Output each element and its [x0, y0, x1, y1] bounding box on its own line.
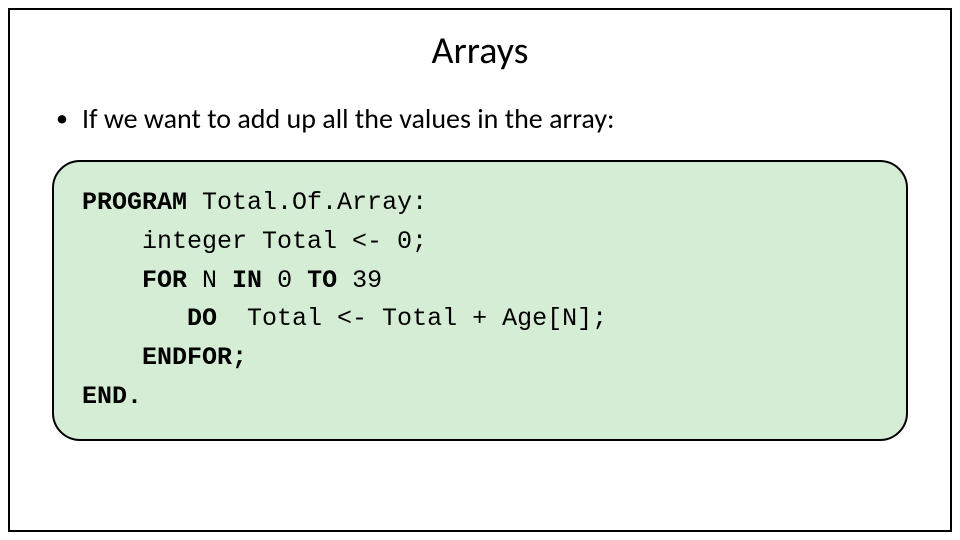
bullet-text: If we want to add up all the values in t… — [82, 102, 615, 136]
bullet-dot-icon: • — [56, 102, 68, 136]
code-box: PROGRAM Total.Of.Array: integer Total <-… — [52, 160, 908, 441]
code-for-from: 0 — [262, 266, 307, 295]
code-block: PROGRAM Total.Of.Array: integer Total <-… — [82, 184, 878, 417]
code-do-body: Total <- Total + Age[N]; — [217, 304, 607, 333]
code-for-var: N — [187, 266, 232, 295]
keyword-endfor: ENDFOR; — [82, 343, 247, 372]
keyword-do: DO — [82, 304, 217, 333]
code-progname: Total.Of.Array: — [187, 188, 427, 217]
code-line-2: integer Total <- 0; — [82, 227, 427, 256]
code-for-to: 39 — [337, 266, 382, 295]
slide-frame: Arrays • If we want to add up all the va… — [8, 8, 952, 532]
slide-title: Arrays — [50, 28, 910, 74]
keyword-in: IN — [232, 266, 262, 295]
keyword-to: TO — [307, 266, 337, 295]
keyword-for: FOR — [82, 266, 187, 295]
bullet-item: • If we want to add up all the values in… — [50, 102, 910, 136]
keyword-end: END. — [82, 382, 142, 411]
keyword-program: PROGRAM — [82, 188, 187, 217]
